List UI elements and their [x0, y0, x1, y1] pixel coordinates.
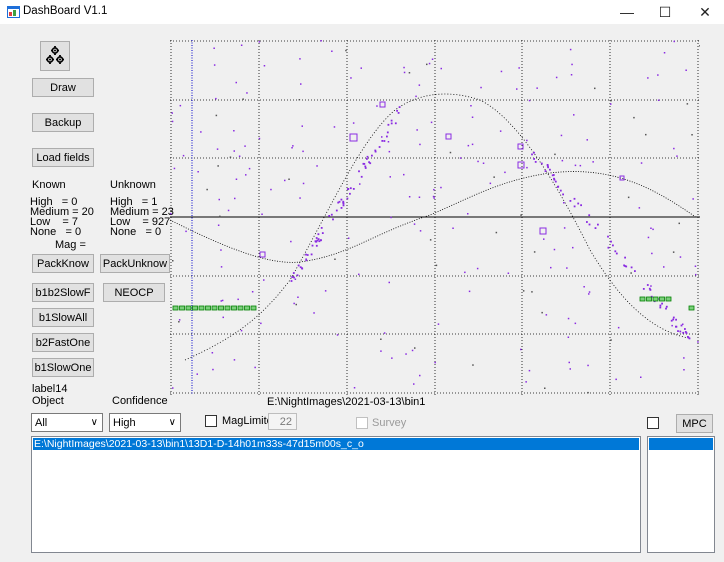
- unknown-header: Unknown: [110, 179, 156, 191]
- mag-label: Mag =: [55, 239, 86, 251]
- b1slowall-button[interactable]: b1SlowAll: [32, 308, 94, 327]
- mpc-checkbox[interactable]: [647, 417, 659, 429]
- list-item[interactable]: [649, 438, 713, 450]
- file-list[interactable]: E:\NightImages\2021-03-13\bin1\13D1-D-14…: [31, 436, 641, 553]
- object-select-value: All: [35, 417, 48, 429]
- settings-button[interactable]: [40, 41, 70, 71]
- trajectory-curve-2: [184, 93, 689, 361]
- gears-icon: [46, 46, 64, 64]
- b2fastone-button[interactable]: b2FastOne: [32, 333, 94, 352]
- maglimite-checkbox[interactable]: [205, 415, 217, 427]
- maglimite-input[interactable]: 22: [268, 413, 297, 430]
- sky-plot[interactable]: [170, 40, 700, 395]
- b1slowone-button[interactable]: b1SlowOne: [32, 358, 94, 377]
- chevron-down-icon: ∨: [168, 417, 176, 428]
- maglimite-label: MagLimite: [222, 415, 273, 427]
- object-select[interactable]: All ∨: [31, 413, 103, 432]
- b1b2slowf-button[interactable]: b1b2SlowF: [32, 283, 94, 302]
- known-none: None = 0: [30, 226, 82, 238]
- survey-label: Survey: [372, 417, 407, 429]
- confidence-select-value: High: [113, 417, 136, 429]
- candidate-boxes: [259, 101, 625, 258]
- plot-grid: [170, 40, 700, 395]
- pack-know-button[interactable]: PackKnow: [32, 254, 94, 273]
- survey-checkbox[interactable]: [356, 417, 368, 429]
- load-fields-button[interactable]: Load fields: [32, 148, 94, 167]
- label14: label14: [32, 383, 68, 395]
- backup-button[interactable]: Backup: [32, 113, 94, 132]
- chevron-down-icon: ∨: [90, 417, 98, 428]
- known-header: Known: [32, 179, 66, 191]
- mpc-button[interactable]: MPC: [676, 414, 713, 433]
- confidence-select[interactable]: High ∨: [109, 413, 181, 432]
- pack-unknow-button[interactable]: PackUnknow: [100, 254, 170, 273]
- list-item[interactable]: E:\NightImages\2021-03-13\bin1\13D1-D-14…: [33, 438, 639, 450]
- green-markers: [172, 296, 695, 311]
- object-label: Object: [32, 395, 64, 407]
- minimize-icon[interactable]: —: [610, 0, 644, 24]
- app-icon: [7, 6, 20, 18]
- window-title: DashBoard V1.1: [23, 5, 108, 17]
- side-list[interactable]: [647, 436, 715, 553]
- confidence-label: Confidence: [112, 395, 168, 407]
- draw-button[interactable]: Draw: [32, 78, 94, 97]
- maximize-icon[interactable]: ☐: [648, 0, 682, 24]
- close-icon[interactable]: ✕: [688, 0, 722, 24]
- neocp-button[interactable]: NEOCP: [103, 283, 165, 302]
- path-label: E:\NightImages\2021-03-13\bin1: [267, 396, 426, 408]
- unknown-none: None = 0: [110, 226, 162, 238]
